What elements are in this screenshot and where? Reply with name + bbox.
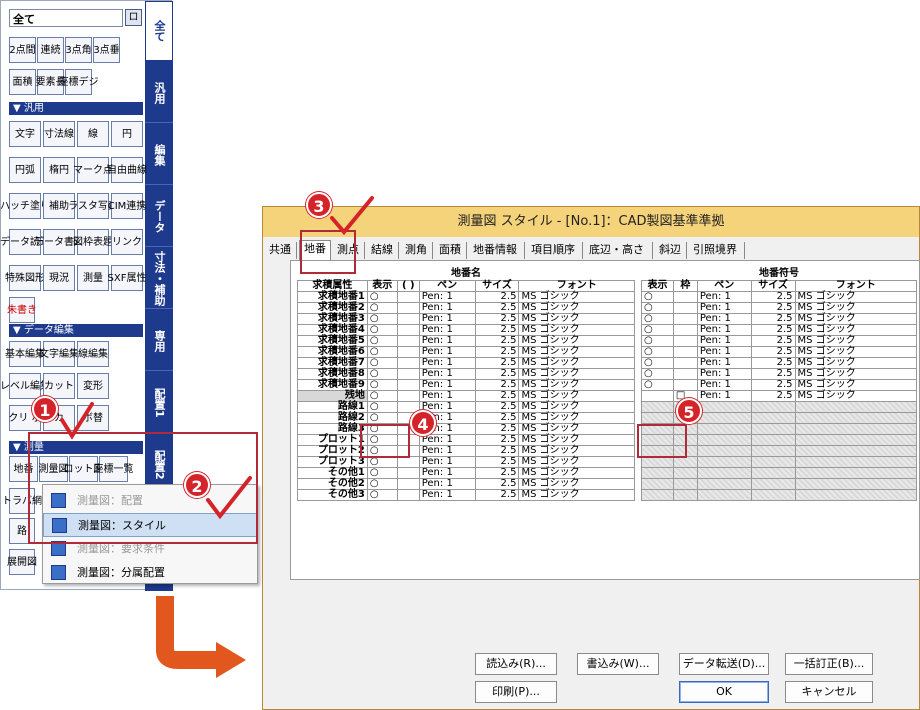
check-mark-1 (60, 402, 94, 440)
flow-arrow (156, 596, 220, 669)
flow-arrow-head (216, 642, 246, 678)
annotation-overlay (60, 196, 374, 678)
check-mark-2 (206, 476, 252, 520)
check-mark-3 (330, 196, 374, 236)
